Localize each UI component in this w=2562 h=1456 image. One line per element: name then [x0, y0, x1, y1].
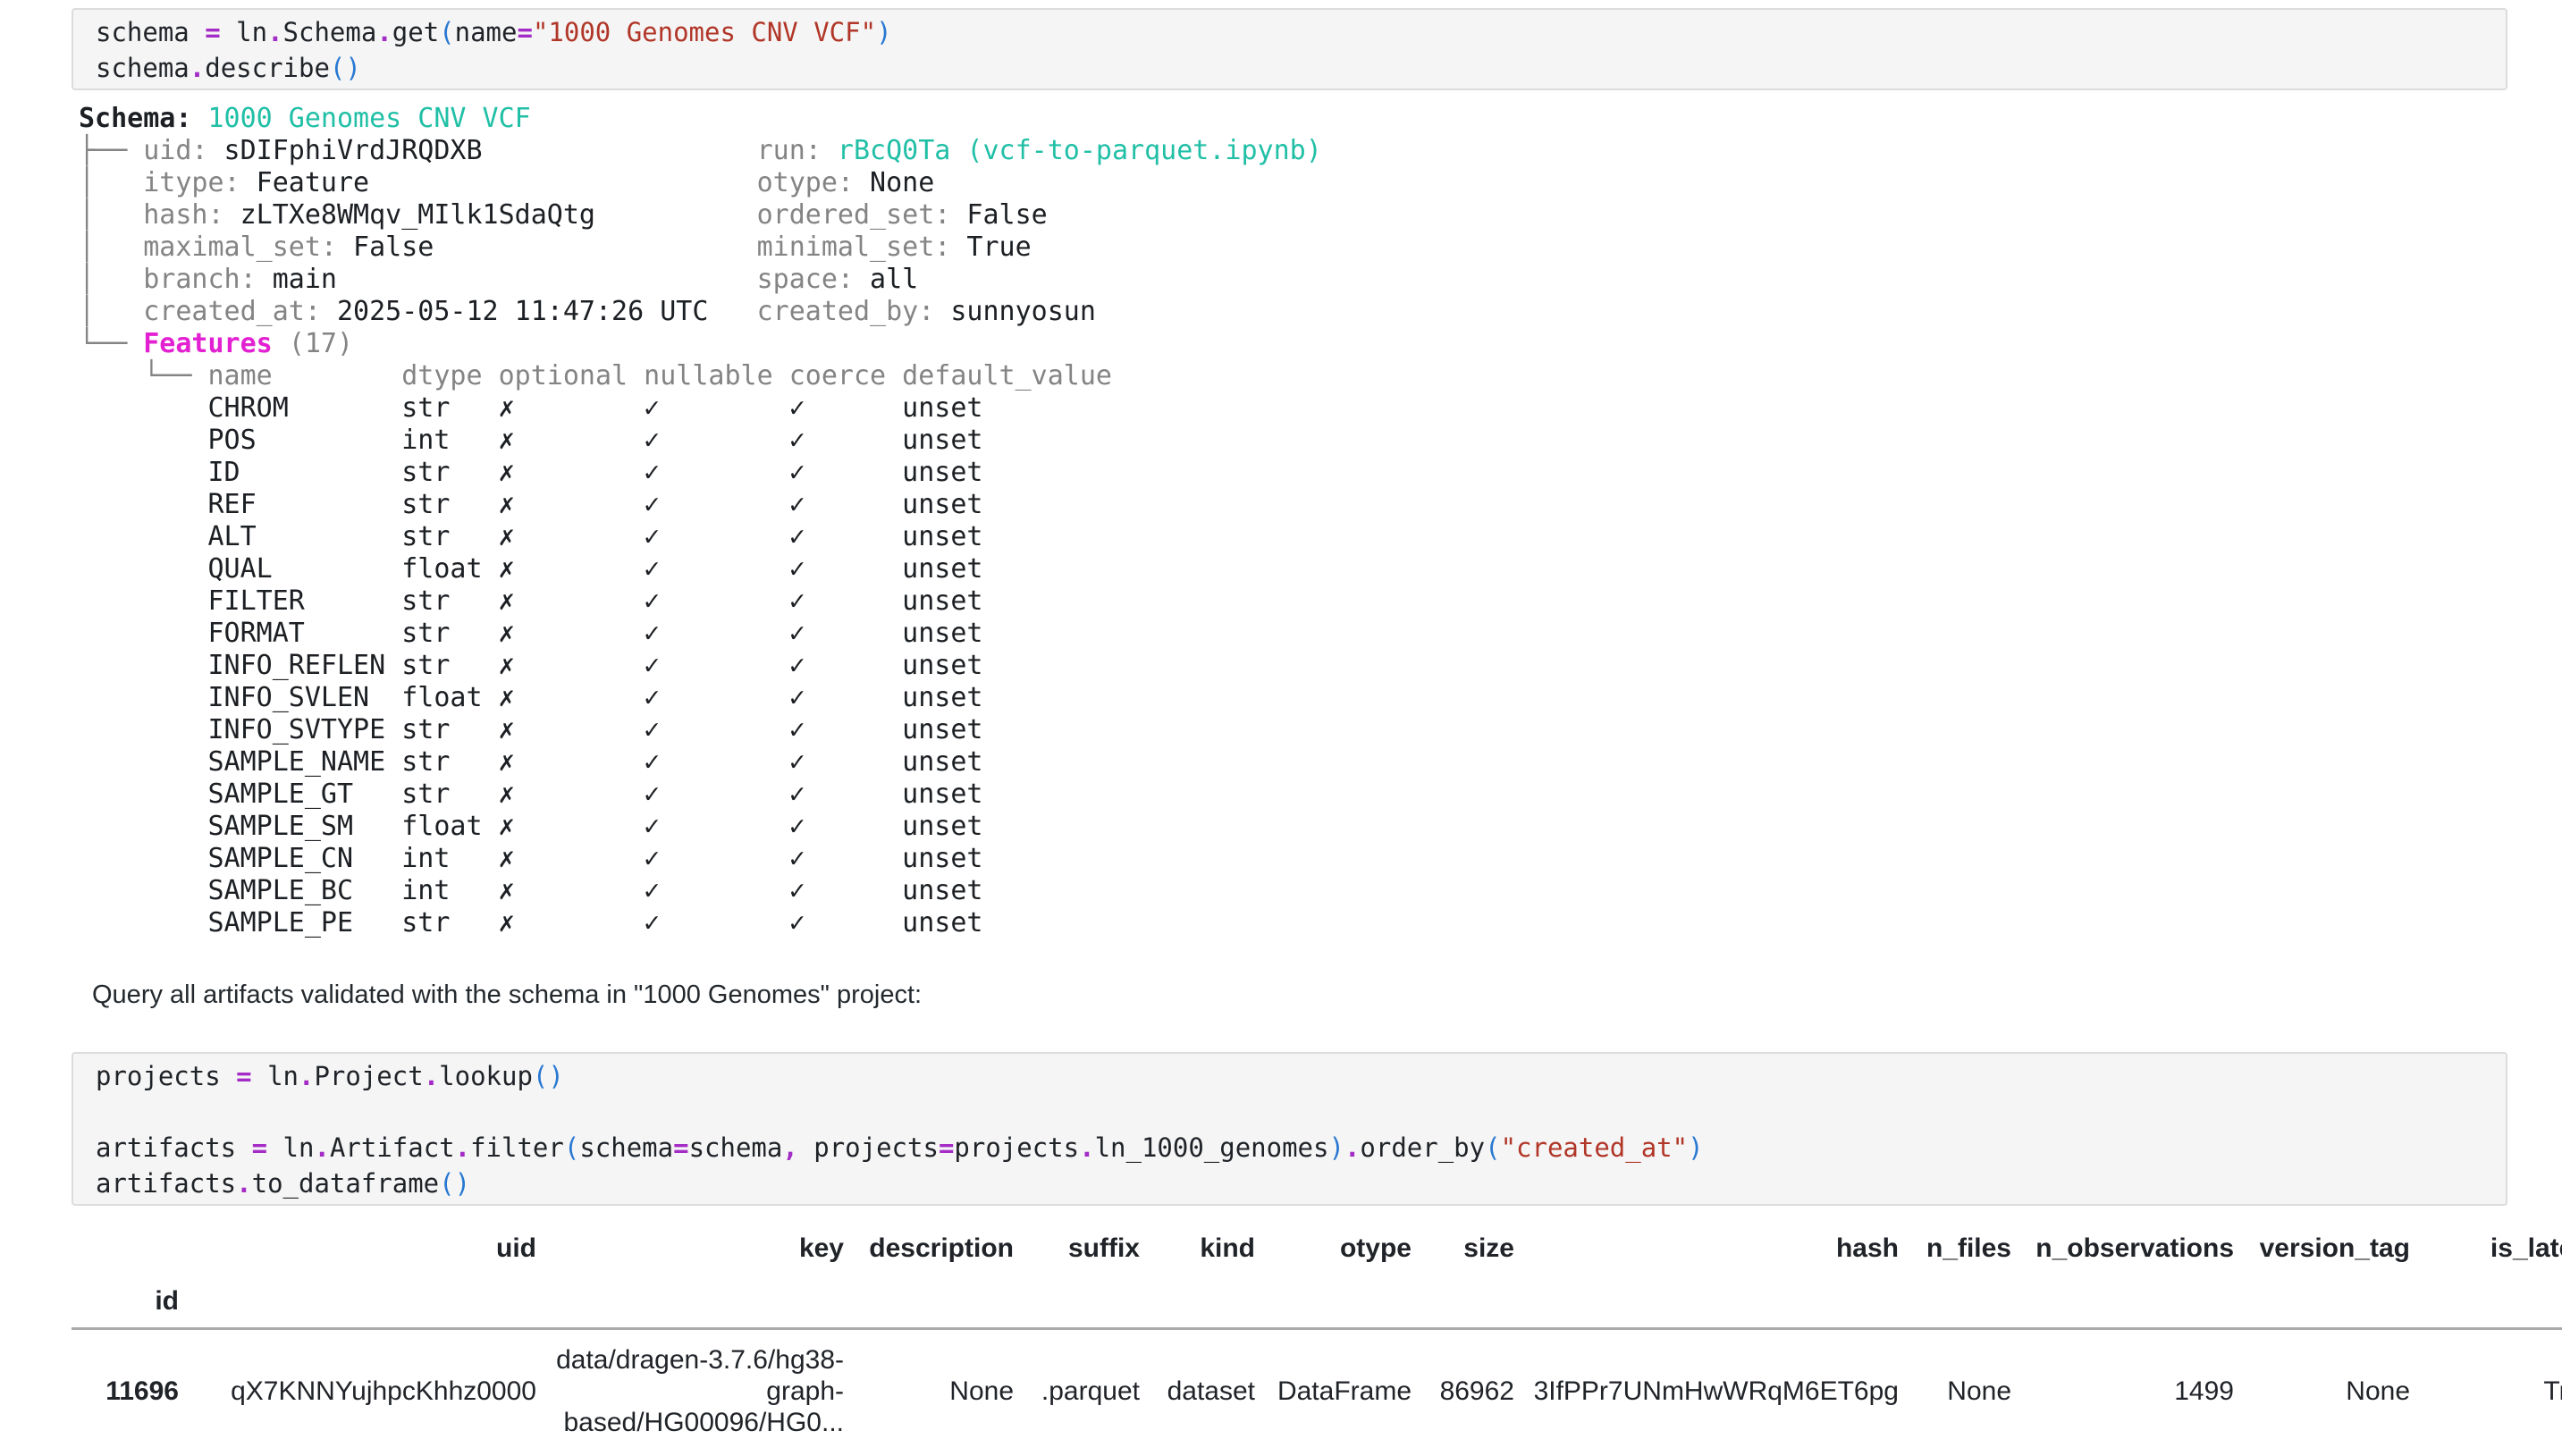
col-header-n_files: n_files [1899, 1221, 2011, 1275]
cell-is_latest: True [2410, 1328, 2562, 1456]
code-cell-2-code[interactable]: projects = ln.Project.lookup() artifacts… [96, 1058, 2506, 1201]
index-row-blank-cell [2011, 1275, 2234, 1328]
index-row-blank-cell [2234, 1275, 2410, 1328]
index-row-blank-cell [1014, 1275, 1140, 1328]
code-cell-1-code[interactable]: schema = ln.Schema.get(name="1000 Genome… [96, 14, 2506, 86]
index-row-blank-cell [1514, 1275, 1899, 1328]
cell-n_observations: 1499 [2011, 1328, 2234, 1456]
table-row: 11696qX7KNNYujhpcKhhz0000data/dragen-3.7… [72, 1328, 2562, 1456]
cell-key: data/dragen-3.7.6/hg38-graph-based/HG000… [536, 1328, 844, 1456]
cell-hash: 3IfPPr7UNmHwWRqM6ET6pg [1514, 1328, 1899, 1456]
col-header-otype: otype [1255, 1221, 1412, 1275]
header-blank-cell [72, 1221, 179, 1275]
index-row-blank-cell [1899, 1275, 2011, 1328]
col-header-description: description [844, 1221, 1014, 1275]
table-head: uidkeydescriptionsuffixkindotypesizehash… [72, 1221, 2562, 1328]
index-row-blank-cell [2410, 1275, 2562, 1328]
artifacts-dataframe-table: uidkeydescriptionsuffixkindotypesizehash… [72, 1221, 2562, 1456]
index-row-blank-cell [1255, 1275, 1412, 1328]
cell-suffix: .parquet [1014, 1328, 1140, 1456]
row-index-cell: 11696 [72, 1328, 179, 1456]
code-cell-input-2[interactable]: projects = ln.Project.lookup() artifacts… [72, 1052, 2507, 1206]
table-header-row: uidkeydescriptionsuffixkindotypesizehash… [72, 1221, 2562, 1275]
col-header-size: size [1412, 1221, 1514, 1275]
code-cell-input-1[interactable]: schema = ln.Schema.get(name="1000 Genome… [72, 8, 2507, 90]
cell-description: None [844, 1328, 1014, 1456]
col-header-version_tag: version_tag [2234, 1221, 2410, 1275]
schema-describe-output: Schema: 1000 Genomes CNV VCF ├── uid: sD… [79, 103, 1322, 939]
table-body: 11696qX7KNNYujhpcKhhz0000data/dragen-3.7… [72, 1328, 2562, 1456]
index-row-blank-cell [1412, 1275, 1514, 1328]
cell-n_files: None [1899, 1328, 2011, 1456]
col-header-key: key [536, 1221, 844, 1275]
index-row-blank-cell [1140, 1275, 1255, 1328]
index-name-row: id [72, 1275, 2562, 1328]
col-header-uid: uid [179, 1221, 536, 1275]
index-row-blank-cell [844, 1275, 1014, 1328]
markdown-paragraph: Query all artifacts validated with the s… [92, 979, 922, 1011]
col-header-suffix: suffix [1014, 1221, 1140, 1275]
index-name-cell: id [72, 1275, 179, 1328]
col-header-hash: hash [1514, 1221, 1899, 1275]
index-row-blank-cell [536, 1275, 844, 1328]
cell-kind: dataset [1140, 1328, 1255, 1456]
col-header-kind: kind [1140, 1221, 1255, 1275]
cell-otype: DataFrame [1255, 1328, 1412, 1456]
cell-size: 86962 [1412, 1328, 1514, 1456]
col-header-n_observations: n_observations [2011, 1221, 2234, 1275]
cell-version_tag: None [2234, 1328, 2410, 1456]
col-header-is_latest: is_latest [2410, 1221, 2562, 1275]
index-row-blank-cell [179, 1275, 536, 1328]
cell-uid: qX7KNNYujhpcKhhz0000 [179, 1328, 536, 1456]
